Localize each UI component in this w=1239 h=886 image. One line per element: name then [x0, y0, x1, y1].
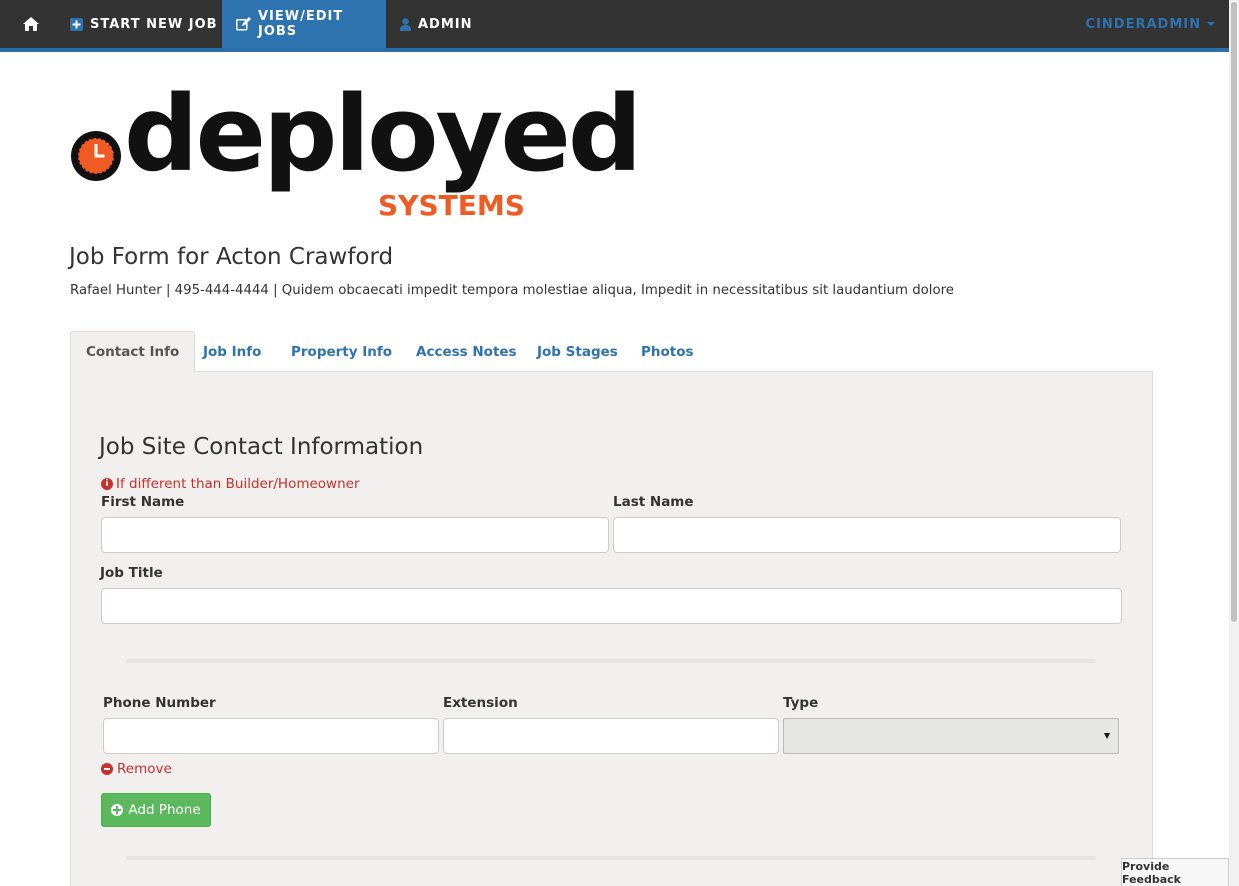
company-logo: deployed SYSTEMS: [70, 82, 642, 230]
info-circle-icon: i: [101, 478, 113, 490]
nav-start-new-job[interactable]: START NEW JOB: [54, 0, 234, 48]
job-title-input[interactable]: [101, 588, 1122, 624]
add-phone-label: Add Phone: [128, 802, 201, 818]
section-title: Job Site Contact Information: [99, 434, 424, 460]
page-subtitle: Rafael Hunter | 495-444-4444 | Quidem ob…: [70, 283, 954, 298]
home-icon: [23, 17, 39, 31]
scrollbar-thumb[interactable]: [1231, 2, 1237, 622]
nav-view-label: VIEW/EDIT JOBS: [258, 9, 344, 39]
remove-phone-link[interactable]: Remove: [101, 761, 172, 777]
plus-circle-icon: [111, 804, 124, 816]
tab-access-notes[interactable]: Access Notes: [401, 331, 532, 372]
plus-square-icon: [70, 17, 83, 31]
last-name-input[interactable]: [613, 517, 1121, 553]
phone-number-input[interactable]: [103, 718, 439, 754]
tab-job-stages[interactable]: Job Stages: [522, 331, 633, 372]
edit-icon: [236, 17, 251, 31]
extension-input[interactable]: [443, 718, 779, 754]
nav-home[interactable]: [8, 0, 54, 48]
type-label: Type: [783, 695, 819, 711]
last-name-label: Last Name: [613, 494, 694, 510]
caret-down-icon: [1207, 22, 1215, 26]
user-icon: [400, 17, 411, 31]
add-phone-button[interactable]: Add Phone: [101, 793, 211, 827]
nav-admin[interactable]: ADMIN: [386, 0, 487, 48]
page-title: Job Form for Acton Crawford: [69, 244, 394, 270]
extension-label: Extension: [443, 695, 518, 711]
divider: [126, 659, 1096, 663]
minus-circle-icon: [101, 763, 113, 775]
logo-wordmark: deployed: [124, 73, 642, 195]
page-scrollbar[interactable]: [1229, 0, 1239, 886]
remove-phone-label: Remove: [117, 761, 172, 777]
divider: [126, 856, 1096, 860]
tab-contact-info[interactable]: Contact Info: [70, 331, 196, 373]
first-name-label: First Name: [101, 494, 185, 510]
phone-type-select[interactable]: [783, 718, 1119, 754]
contact-notice: i If different than Builder/Homeowner: [101, 476, 360, 492]
user-menu[interactable]: CINDERADMIN: [1086, 0, 1215, 48]
logo-systems: SYSTEMS: [378, 189, 525, 222]
nav-start-label: START NEW JOB: [90, 16, 218, 32]
form-tabs: Contact Info Job Info Property Info Acce…: [70, 331, 1153, 373]
nav-view-edit-jobs[interactable]: VIEW/EDIT JOBS: [222, 0, 386, 48]
tab-photos[interactable]: Photos: [626, 331, 709, 372]
job-title-label: Job Title: [100, 565, 163, 581]
dropdown-arrow-icon: [1104, 733, 1110, 739]
top-navbar: START NEW JOB VIEW/EDIT JOBS ADMIN CINDE…: [0, 0, 1229, 52]
user-menu-label: CINDERADMIN: [1085, 16, 1201, 32]
first-name-input[interactable]: [101, 517, 609, 553]
contact-notice-text: If different than Builder/Homeowner: [116, 476, 360, 492]
phone-number-label: Phone Number: [103, 695, 216, 711]
tab-job-info[interactable]: Job Info: [188, 331, 276, 372]
nav-admin-label: ADMIN: [418, 16, 473, 32]
provide-feedback-button[interactable]: Provide Feedback: [1121, 858, 1229, 886]
tab-property-info[interactable]: Property Info: [276, 331, 407, 372]
clock-logo-icon: [71, 131, 121, 181]
